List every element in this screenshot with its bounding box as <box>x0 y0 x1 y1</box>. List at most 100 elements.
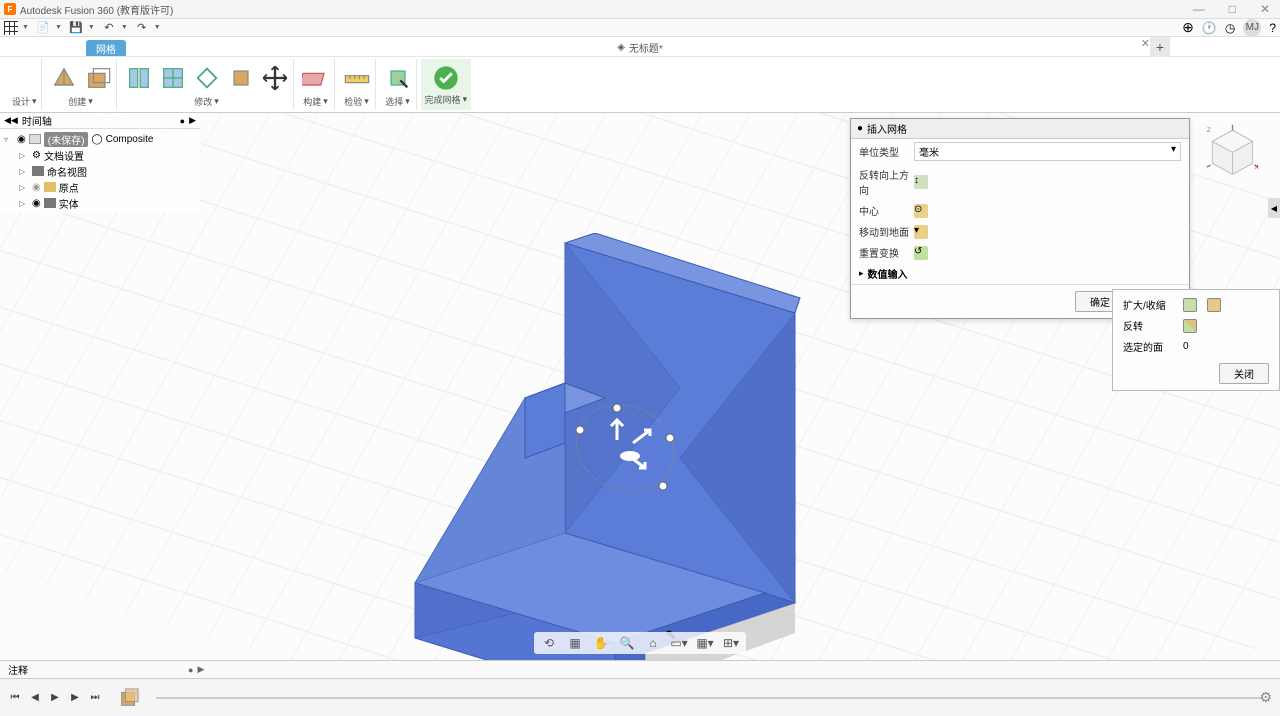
prop-flip-up: 反转向上方向 ↕ <box>851 164 1189 200</box>
tree-item[interactable]: ▷ ⚙ 文档设置 <box>0 147 200 163</box>
timeline-track[interactable] <box>156 697 1262 699</box>
move-icon[interactable] <box>261 64 289 92</box>
maximize-button[interactable]: □ <box>1223 2 1242 16</box>
close-button[interactable]: 关闭 <box>1219 363 1269 384</box>
browser-tree: ▿ ◉ (未保存) ◯ Composite ▷ ⚙ 文档设置 ▷ 命名视图 ▷ <box>0 129 200 213</box>
expand-icon[interactable]: ▷ <box>19 167 29 176</box>
tree-item[interactable]: ▷ ◉ 原点 <box>0 179 200 195</box>
grid-settings-icon[interactable]: ▦▾ <box>696 634 714 652</box>
ribbon-label-construct[interactable]: 构建▾ <box>303 95 328 108</box>
ribbon-group-construct: 构建▾ <box>298 59 335 110</box>
comment-input[interactable] <box>8 664 188 675</box>
expand-arrow-icon[interactable]: ▸ <box>859 268 864 279</box>
ribbon-group-select: 选择▾ <box>380 59 417 110</box>
gear-icon: ⚙ <box>32 150 41 161</box>
direct-edit-icon[interactable] <box>125 64 153 92</box>
shrink-icon[interactable] <box>1207 298 1221 312</box>
measure-icon[interactable] <box>343 64 371 92</box>
orbit-icon[interactable]: ⟲ <box>540 634 558 652</box>
svg-text:Z: Z <box>1207 127 1211 134</box>
plane-cut-icon[interactable] <box>227 64 255 92</box>
prop-center: 中心 ⊙ <box>851 200 1189 221</box>
look-at-icon[interactable]: ▦ <box>566 634 584 652</box>
tree-item[interactable]: ▷ 命名视图 <box>0 163 200 179</box>
tree-item[interactable]: ▷ ◉ 实体 <box>0 195 200 211</box>
expand-icon[interactable]: ▷ <box>19 151 29 160</box>
expand-icon[interactable]: ▷ <box>19 199 29 208</box>
timeline-feature-mesh[interactable] <box>118 687 140 709</box>
tree-root[interactable]: ▿ ◉ (未保存) ◯ Composite <box>0 131 200 147</box>
folder-icon <box>32 166 44 176</box>
select-icon[interactable] <box>384 64 412 92</box>
minimize-button[interactable]: — <box>1187 2 1211 16</box>
ribbon-group-inspect: 检验▾ <box>339 59 376 110</box>
comment-pin-icon[interactable]: ● <box>188 665 193 675</box>
radio-icon[interactable]: ◯ <box>91 134 102 145</box>
app-title: Autodesk Fusion 360 (教育版许可) <box>20 2 173 17</box>
close-button[interactable]: ✕ <box>1254 2 1276 16</box>
document-tab[interactable]: ◈ 无标题* <box>617 37 663 57</box>
viewcube[interactable]: Z X <box>1205 123 1260 178</box>
ribbon-label-modify[interactable]: 修改▾ <box>194 95 219 108</box>
timeline-prev-button[interactable]: ◀ <box>28 691 42 705</box>
reduce-icon[interactable] <box>193 64 221 92</box>
ribbon-toolbar: 设计▾ 创建▾ 修改▾ 构建▾ 检验▾ 选择▾ <box>0 57 1280 113</box>
pan-icon[interactable]: ✋ <box>592 634 610 652</box>
insert-mesh-icon[interactable] <box>84 64 112 92</box>
timeline-play-button[interactable]: ▶ <box>48 691 62 705</box>
prop-numeric-input[interactable]: ▸ 数值输入 <box>851 263 1189 284</box>
fit-icon[interactable]: ⌂ <box>644 634 662 652</box>
display-settings-icon[interactable]: ▭▾ <box>670 634 688 652</box>
pin-icon[interactable]: ● <box>180 116 185 126</box>
ribbon-label-inspect[interactable]: 检验▾ <box>344 95 369 108</box>
chevron-right-icon[interactable]: ▶ <box>189 115 196 126</box>
comment-bar: ● ▶ <box>0 660 1280 678</box>
expand-icon[interactable] <box>1183 298 1197 312</box>
zoom-icon[interactable]: 🔍 <box>618 634 636 652</box>
body-icon <box>44 198 56 208</box>
unit-type-select[interactable]: 毫米▾ <box>914 142 1181 161</box>
remesh-icon[interactable] <box>159 64 187 92</box>
prop-unit-type: 单位类型 毫米▾ <box>851 139 1189 164</box>
reset-icon[interactable]: ↺ <box>914 246 928 260</box>
rp-expand-shrink: 扩大/收缩 <box>1113 294 1279 315</box>
browser-panel: ◀◀ ● ▶ ▿ ◉ (未保存) ◯ Composite ▷ ⚙ 文档设置 ▷ <box>0 113 200 213</box>
expand-icon[interactable]: ▷ <box>19 183 29 192</box>
mesh-model[interactable] <box>410 233 810 660</box>
center-icon[interactable]: ⊙ <box>914 204 928 218</box>
ground-icon[interactable]: ▾ <box>914 225 928 239</box>
viewport[interactable]: ◀◀ ● ▶ ▿ ◉ (未保存) ◯ Composite ▷ ⚙ 文档设置 ▷ <box>0 113 1280 660</box>
panel-expand-handle[interactable]: ◀ <box>1268 198 1280 218</box>
ribbon-label-finish[interactable]: 完成网格▾ <box>425 93 468 106</box>
tessellate-icon[interactable] <box>50 64 78 92</box>
timeline-settings-icon[interactable]: ⚙ <box>1259 689 1272 706</box>
timeline-next-button[interactable]: ▶ <box>68 691 82 705</box>
eye-icon[interactable]: ◉ <box>32 198 41 209</box>
quick-access-toolbar: ▼ 📄 ▼ 💾 ▼ ↶ ▼ ↷ ▼ ⊕ 🕐 ◷ MJ ? <box>0 19 1280 37</box>
browser-header: ◀◀ ● ▶ <box>0 113 200 129</box>
browser-search-input[interactable] <box>22 115 176 126</box>
prop-reset: 重置变换 ↺ <box>851 242 1189 263</box>
flip-icon[interactable]: ↕ <box>914 175 928 189</box>
timeline-last-button[interactable]: ⏭ <box>88 691 102 705</box>
construct-plane-icon[interactable] <box>302 64 330 92</box>
invert-icon[interactable] <box>1183 319 1197 333</box>
rp-selected-faces: 选定的面 0 <box>1113 336 1279 357</box>
workspace-switcher[interactable]: 设计▾ <box>8 59 42 110</box>
ribbon-tab-mesh[interactable]: 网格 <box>86 40 126 56</box>
chevron-left-icon[interactable]: ◀◀ <box>4 115 18 126</box>
finish-check-icon[interactable] <box>432 64 460 92</box>
tab-close-button[interactable]: ✕ <box>1141 37 1150 50</box>
viewport-layout-icon[interactable]: ⊞▾ <box>722 634 740 652</box>
ribbon-label-create[interactable]: 创建▾ <box>68 95 93 108</box>
collapse-icon[interactable]: ▿ <box>4 135 14 144</box>
ribbon-label-select[interactable]: 选择▾ <box>385 95 410 108</box>
bullet-icon: ● <box>857 123 863 134</box>
new-tab-button[interactable]: + <box>1150 37 1170 57</box>
ribbon-group-create: 创建▾ <box>46 59 117 110</box>
comment-expand-icon[interactable]: ▶ <box>197 664 204 675</box>
timeline-first-button[interactable]: ⏮ <box>8 691 22 705</box>
eye-off-icon[interactable]: ◉ <box>32 182 41 193</box>
properties-header[interactable]: ● 插入网格 <box>851 119 1189 139</box>
eye-icon[interactable]: ◉ <box>17 134 26 145</box>
